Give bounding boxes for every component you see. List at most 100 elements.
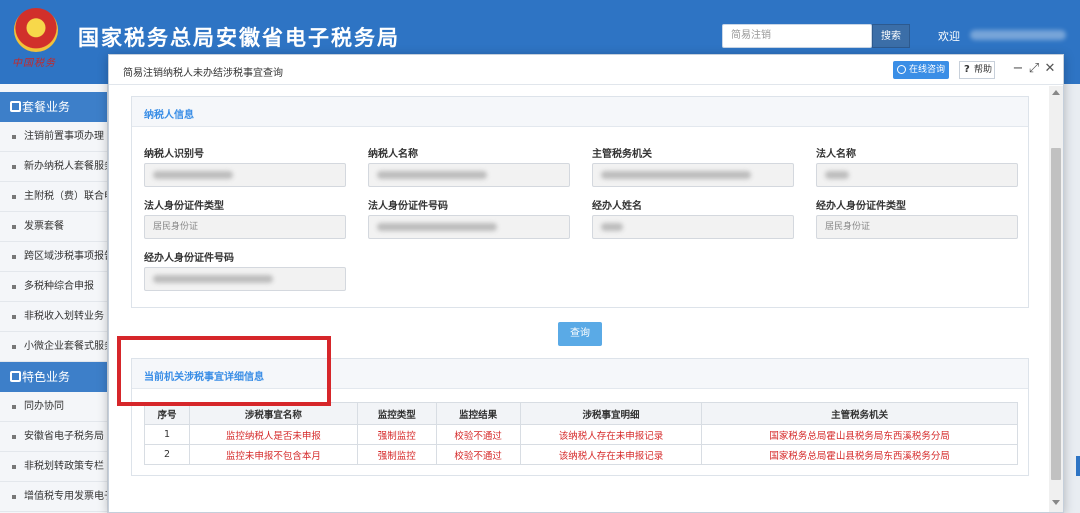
bullet-icon [12, 225, 16, 229]
panel-heading: 纳税人信息 [144, 110, 194, 121]
field-label-handler-name: 经办人姓名 [592, 201, 642, 212]
bullet-icon [12, 285, 16, 289]
scroll-thumb[interactable] [1051, 148, 1061, 480]
legal-id-number-field[interactable] [368, 215, 570, 239]
tax-authority-field[interactable] [592, 163, 794, 187]
bullet-icon [12, 345, 16, 349]
sidebar-item[interactable]: 注销前置事项办理 [0, 122, 107, 152]
close-icon[interactable]: ✕ [1043, 61, 1057, 77]
handler-id-number-field[interactable] [144, 267, 346, 291]
field-label-handler-id-type: 经办人身份证件类型 [816, 201, 906, 212]
sidebar-item[interactable]: 非税收入划转业务 [0, 302, 107, 332]
table-cell: 国家税务总局霍山县税务局东西溪税务分局 [701, 424, 1018, 445]
sidebar-section-label: 特色业务 [22, 370, 71, 384]
sidebar-section-package[interactable]: 套餐业务 [0, 92, 107, 122]
sidebar-item[interactable]: 同办协同 [0, 392, 107, 422]
column-header: 涉税事宜明细 [519, 402, 703, 425]
sidebar-item-label: 主附税（费）联合申报 [24, 191, 107, 202]
sidebar-section-feature[interactable]: 特色业务 [0, 362, 107, 392]
headset-icon [897, 65, 906, 74]
sidebar-item-label: 增值税专用发票电子化 [24, 491, 107, 502]
table-cell: 强制监控 [356, 424, 437, 445]
field-label-legal-person: 法人名称 [816, 149, 856, 160]
sidebar-item-label: 安徽省电子税务局 [24, 431, 104, 442]
sidebar-item[interactable]: 多税种综合申报 [0, 272, 107, 302]
detail-table: 序号 涉税事宜名称 监控类型 监控结果 涉税事宜明细 主管税务机关 1 监控纳税… [144, 402, 1018, 465]
taxpayer-info-panel: 纳税人信息 纳税人识别号 纳税人名称 主管税务机关 法人名称 法人身份证件类型 … [131, 96, 1029, 308]
sidebar-section-label: 套餐业务 [22, 100, 71, 114]
query-dialog: 简易注销纳税人未办结涉税事宜查询 在线咨询 ? 帮助 − ⤢ ✕ 纳税人信息 纳… [108, 54, 1064, 513]
background-fragment [1076, 456, 1080, 476]
sidebar-item-label: 跨区域涉税事项报告 [24, 251, 107, 262]
table-row[interactable]: 2 监控未申报不包含本月 强制监控 校验不通过 该纳税人存在未申报记录 国家税务… [144, 444, 1018, 465]
sidebar-item[interactable]: 发票套餐 [0, 212, 107, 242]
field-label-handler-id-number: 经办人身份证件号码 [144, 253, 234, 264]
highlight-annotation-box [117, 336, 331, 406]
minimize-icon[interactable]: − [1011, 61, 1025, 77]
help-label: 帮助 [974, 65, 993, 75]
search-button[interactable]: 搜索 [872, 24, 910, 48]
sidebar-item-label: 非税收入划转业务 [24, 311, 104, 322]
help-button[interactable]: ? 帮助 [959, 61, 995, 79]
sidebar-item[interactable]: 主附税（费）联合申报 [0, 182, 107, 212]
site-title: 国家税务总局安徽省电子税务局 [78, 26, 400, 50]
bullet-icon [12, 135, 16, 139]
bullet-icon [12, 465, 16, 469]
dialog-scrollbar[interactable] [1049, 86, 1063, 512]
maximize-icon[interactable]: ⤢ [1027, 61, 1041, 77]
online-consult-label: 在线咨询 [909, 65, 946, 75]
field-label-legal-id-type: 法人身份证件类型 [144, 201, 224, 212]
bullet-icon [12, 435, 16, 439]
column-header: 主管税务机关 [701, 402, 1018, 425]
scroll-up-icon[interactable] [1052, 90, 1060, 95]
table-cell: 1 [144, 424, 190, 445]
column-header: 监控结果 [435, 402, 521, 425]
sidebar-item[interactable]: 非税划转政策专栏 [0, 452, 107, 482]
question-icon: ? [964, 64, 970, 75]
sidebar-item-label: 新办纳税人套餐服务 [24, 161, 107, 172]
field-label-taxpayer-id: 纳税人识别号 [144, 149, 204, 160]
sidebar-item[interactable]: 小微企业套餐式服务 [0, 332, 107, 362]
user-name-redacted [970, 30, 1066, 40]
table-row[interactable]: 1 监控纳税人是否未申报 强制监控 校验不通过 该纳税人存在未申报记录 国家税务… [144, 424, 1018, 445]
table-cell: 2 [144, 444, 190, 465]
sidebar-item-label: 发票套餐 [24, 221, 64, 232]
field-label-legal-id-number: 法人身份证件号码 [368, 201, 448, 212]
sidebar-item[interactable]: 新办纳税人套餐服务 [0, 152, 107, 182]
taxpayer-name-field[interactable] [368, 163, 570, 187]
sidebar-item[interactable]: 跨区域涉税事项报告 [0, 242, 107, 272]
sidebar-item-label: 注销前置事项办理 [24, 131, 104, 142]
sidebar-item[interactable]: 增值税专用发票电子化 [0, 482, 107, 512]
redacted-value [153, 274, 273, 283]
table-cell: 国家税务总局霍山县税务局东西溪税务分局 [701, 444, 1018, 465]
handler-name-field[interactable] [592, 215, 794, 239]
dialog-body: 纳税人信息 纳税人识别号 纳税人名称 主管税务机关 法人名称 法人身份证件类型 … [109, 86, 1049, 512]
table-cell: 该纳税人存在未申报记录 [519, 424, 703, 445]
sidebar-item-label: 非税划转政策专栏 [24, 461, 104, 472]
emblem-script: 中国税务 [12, 58, 56, 69]
feature-grid-icon [10, 371, 21, 382]
redacted-value [601, 222, 623, 231]
sidebar: 套餐业务 注销前置事项办理 新办纳税人套餐服务 主附税（费）联合申报 发票套餐 … [0, 84, 108, 513]
scroll-down-icon[interactable] [1052, 500, 1060, 505]
redacted-value [377, 222, 497, 231]
taxpayer-id-field[interactable] [144, 163, 346, 187]
field-label-taxpayer-name: 纳税人名称 [368, 149, 418, 160]
legal-person-field[interactable] [816, 163, 1018, 187]
panel-header: 纳税人信息 [132, 97, 1028, 127]
bullet-icon [12, 315, 16, 319]
online-consult-button[interactable]: 在线咨询 [893, 61, 949, 79]
sidebar-item-label: 同办协同 [24, 401, 64, 412]
sidebar-item-label: 多税种综合申报 [24, 281, 94, 292]
query-button[interactable]: 查询 [558, 322, 602, 346]
search-input[interactable]: 简易注销 [722, 24, 872, 48]
bullet-icon [12, 165, 16, 169]
welcome-text: 欢迎 [938, 30, 960, 43]
bullet-icon [12, 495, 16, 499]
legal-id-type-field[interactable]: 居民身份证 [144, 215, 346, 239]
bullet-icon [12, 255, 16, 259]
sidebar-item[interactable]: 安徽省电子税务局 [0, 422, 107, 452]
handler-id-type-field[interactable]: 居民身份证 [816, 215, 1018, 239]
redacted-value [377, 170, 487, 179]
